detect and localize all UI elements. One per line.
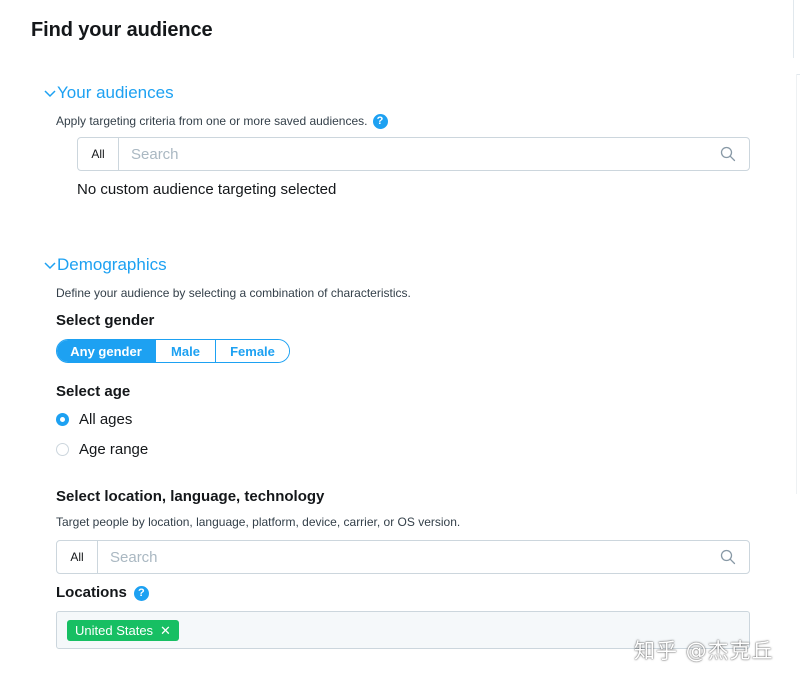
location-search-input[interactable] bbox=[98, 541, 720, 573]
search-icon[interactable] bbox=[720, 146, 736, 162]
help-icon[interactable]: ? bbox=[372, 114, 388, 130]
age-range-radio[interactable] bbox=[56, 443, 69, 456]
panel-scroll-edge bbox=[796, 74, 797, 494]
location-label: Select location, language, technology bbox=[56, 488, 325, 505]
watermark: 知乎 @杰克丘 bbox=[634, 639, 774, 663]
search-icon[interactable] bbox=[720, 549, 736, 565]
location-help: Target people by location, language, pla… bbox=[56, 515, 461, 529]
age-option-all[interactable]: All ages bbox=[56, 411, 132, 428]
age-all-label: All ages bbox=[79, 411, 133, 428]
gender-selector: Any gender Male Female bbox=[56, 339, 290, 363]
age-label: Select age bbox=[56, 383, 131, 400]
age-all-radio[interactable] bbox=[56, 413, 69, 426]
your-audiences-header: Your audiences bbox=[57, 83, 174, 102]
chevron-down-icon bbox=[44, 90, 56, 98]
help-icon[interactable]: ? bbox=[133, 585, 149, 601]
demographics-header: Demographics bbox=[57, 255, 167, 274]
audience-search-input[interactable] bbox=[119, 138, 720, 170]
age-option-range[interactable]: Age range bbox=[56, 441, 148, 458]
your-audiences-toggle[interactable]: Your audiences bbox=[44, 83, 174, 103]
location-token[interactable]: United States ✕ bbox=[67, 620, 179, 641]
your-audiences-help-text: Apply targeting criteria from one or mor… bbox=[56, 114, 368, 128]
audience-search-scope[interactable]: All bbox=[78, 138, 119, 170]
locations-label: Locations? bbox=[56, 584, 149, 601]
audience-search: All bbox=[77, 137, 750, 171]
locations-label-text: Locations bbox=[56, 584, 127, 601]
age-range-label: Age range bbox=[79, 441, 149, 458]
your-audiences-help: Apply targeting criteria from one or mor… bbox=[56, 114, 388, 130]
location-search: All bbox=[56, 540, 750, 574]
page-title: Find your audience bbox=[31, 19, 213, 41]
demographics-help: Define your audience by selecting a comb… bbox=[56, 286, 411, 300]
gender-label: Select gender bbox=[56, 312, 155, 329]
gender-option-any[interactable]: Any gender bbox=[57, 340, 155, 362]
chevron-down-icon bbox=[44, 262, 56, 270]
gender-option-female[interactable]: Female bbox=[215, 340, 289, 362]
gender-option-male[interactable]: Male bbox=[155, 340, 215, 362]
demographics-toggle[interactable]: Demographics bbox=[44, 255, 167, 275]
location-token-label: United States bbox=[75, 623, 154, 638]
location-search-scope[interactable]: All bbox=[57, 541, 98, 573]
no-audience-message: No custom audience targeting selected bbox=[77, 181, 337, 198]
close-icon[interactable]: ✕ bbox=[160, 623, 171, 639]
panel-divider bbox=[793, 0, 794, 58]
